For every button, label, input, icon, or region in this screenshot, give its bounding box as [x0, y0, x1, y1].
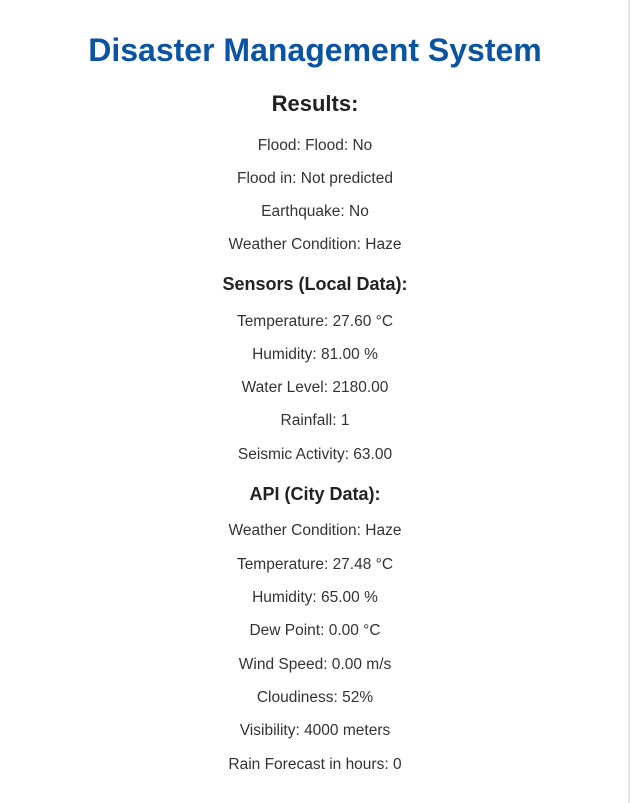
api-wind-speed: Wind Speed: 0.00 m/s: [238, 656, 392, 673]
api-temperature: Temperature: 27.48 °C: [236, 556, 394, 573]
api-visibility: Visibility: 4000 meters: [239, 722, 391, 739]
result-earthquake: Earthquake: No: [261, 203, 369, 220]
sensor-humidity: Humidity: 81.00 %: [252, 346, 378, 363]
sensor-rainfall: Rainfall: 1: [280, 412, 350, 429]
page-title: Disaster Management System: [88, 32, 542, 68]
api-rain-forecast: Rain Forecast in hours: 0: [228, 756, 402, 773]
results-heading: Results:: [271, 91, 359, 116]
page: Disaster Management System Results: Floo…: [0, 0, 630, 803]
sensor-water-level: Water Level: 2180.00: [241, 379, 389, 396]
sensors-heading: Sensors (Local Data):: [222, 274, 408, 294]
sensor-seismic-activity: Seismic Activity: 63.00: [237, 446, 393, 463]
result-flood: Flood: Flood: No: [257, 137, 373, 154]
api-weather-condition: Weather Condition: Haze: [228, 522, 402, 539]
sensor-temperature: Temperature: 27.60 °C: [236, 313, 394, 330]
result-weather-condition: Weather Condition: Haze: [228, 236, 402, 253]
api-humidity: Humidity: 65.00 %: [252, 589, 378, 606]
api-cloudiness: Cloudiness: 52%: [256, 689, 374, 706]
api-heading: API (City Data):: [249, 484, 381, 504]
result-flood-in: Flood in: Not predicted: [237, 170, 393, 187]
api-dew-point: Dew Point: 0.00 °C: [249, 622, 381, 639]
